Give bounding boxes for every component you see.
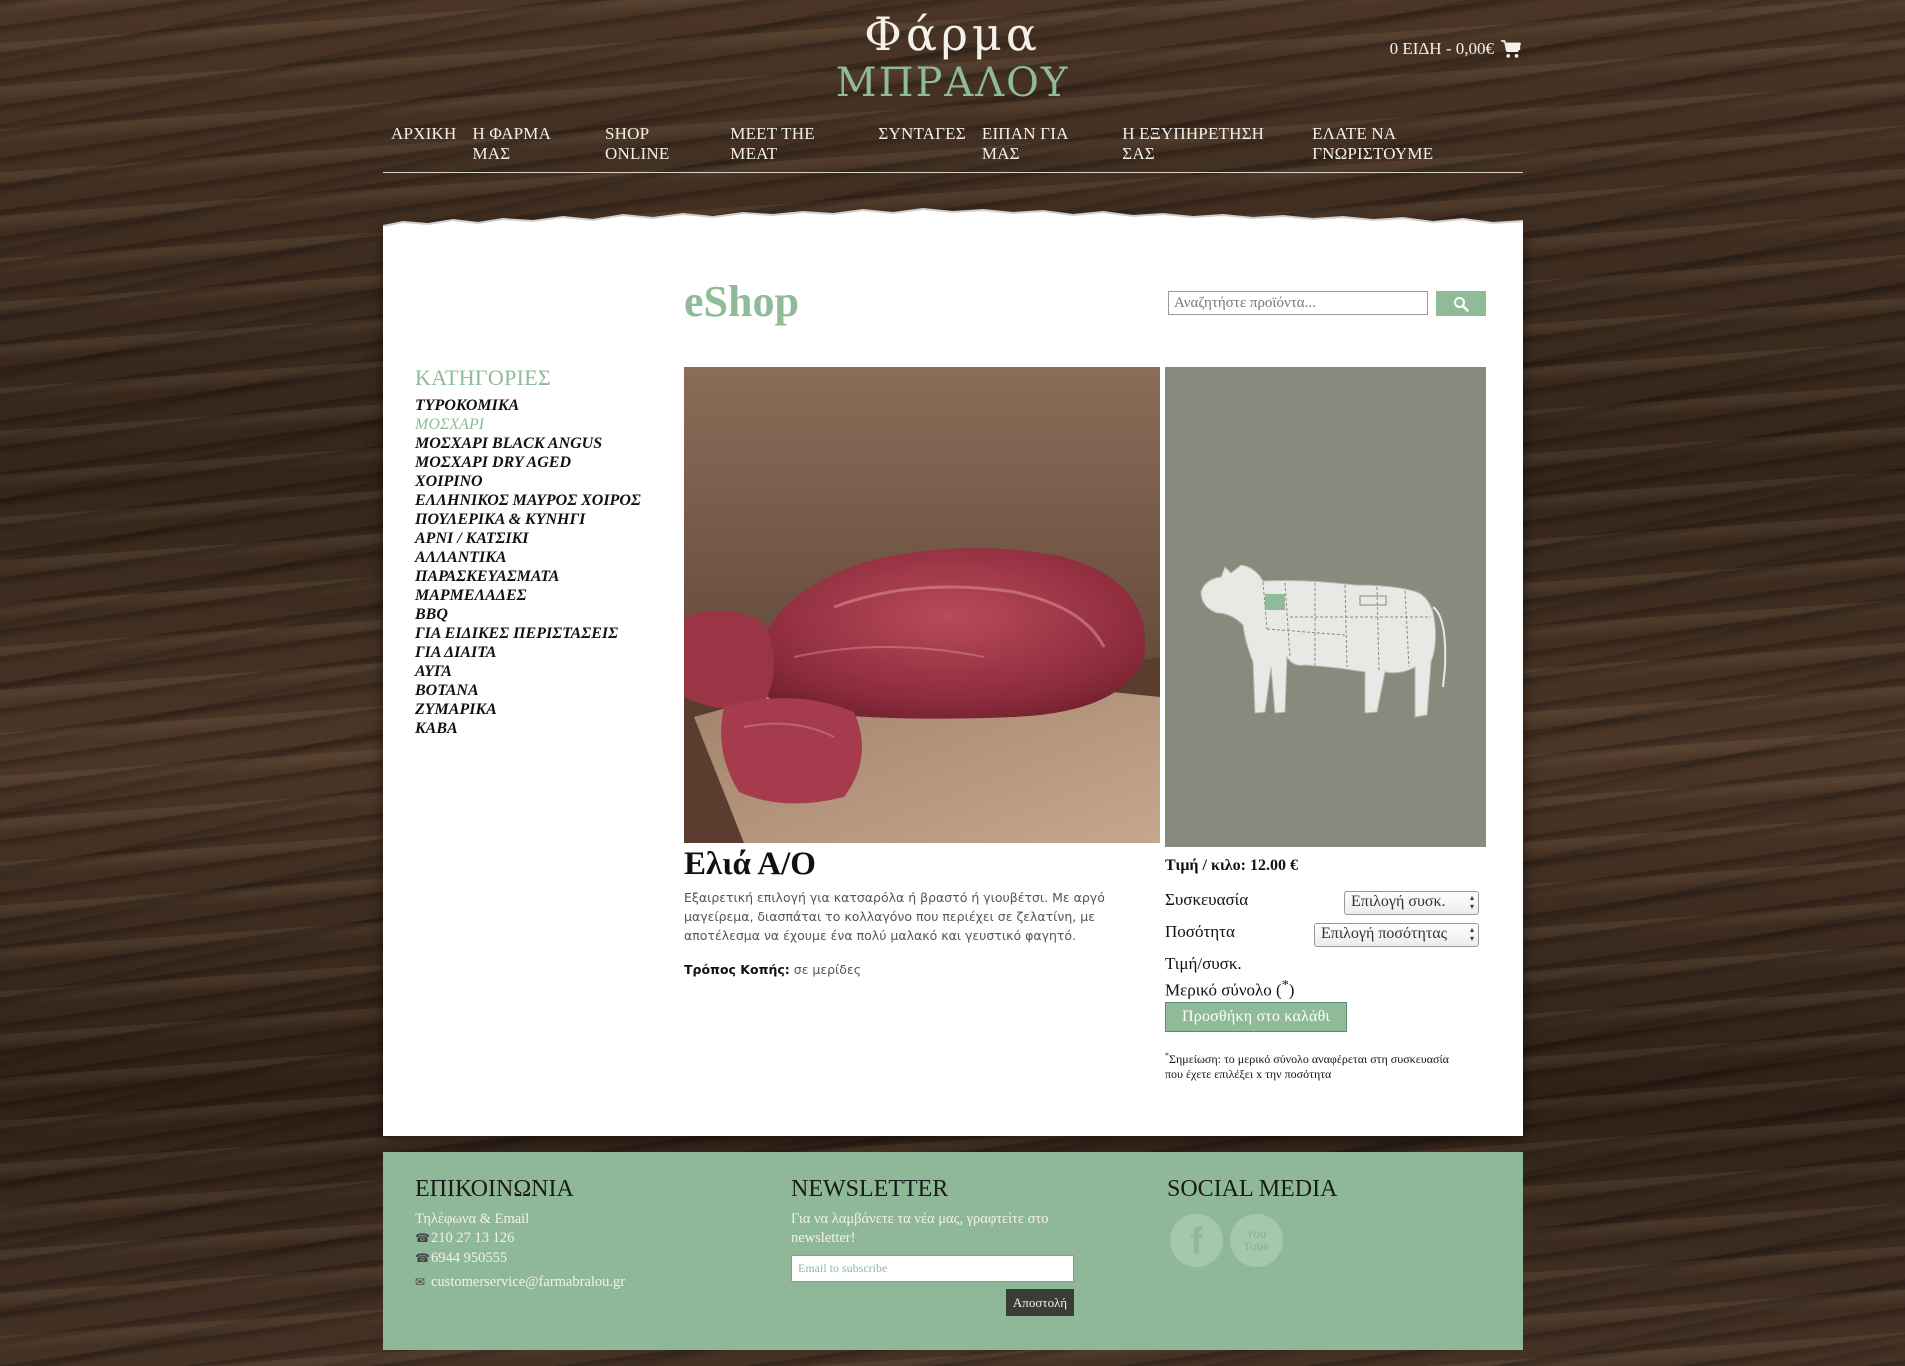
subtotal-star: * (1281, 977, 1289, 993)
quantity-select-value: Επιλογή ποσότητας (1321, 925, 1447, 942)
facebook-glyph: f (1190, 1219, 1203, 1261)
logo-bottom: ΜΠΡΑΛΟΥ (835, 60, 1070, 106)
search-icon (1454, 296, 1469, 312)
quantity-select[interactable]: Επιλογή ποσότητας (1314, 923, 1479, 947)
main-nav: ΑΡΧΙΚΗ Η ΦΑΡΜΑ ΜΑΣ SHOP ONLINE MEET THE … (383, 124, 1523, 164)
category-item[interactable]: ΖΥΜΑΡΙΚΑ (415, 700, 641, 719)
facebook-icon[interactable]: f (1170, 1214, 1223, 1267)
search-button[interactable] (1436, 291, 1486, 316)
category-item[interactable]: ΠΟΥΛΕΡΙΚΑ & ΚΥΝΗΓΙ (415, 510, 641, 529)
category-item[interactable]: ΜΑΡΜΕΛΑΔΕΣ (415, 586, 641, 605)
subtotal-note: *Σημείωση: το μερικό σύνολο αναφέρεται σ… (1165, 1048, 1465, 1082)
product-description: Εξαιρετική επιλογή για κατσαρόλα ή βραστ… (684, 890, 1105, 943)
newsletter-text: Για να λαμβάνετε τα νέα μας, γραφτείτε σ… (791, 1211, 1049, 1246)
email-link[interactable]: ✉ customerservice@farmabralou.gr (415, 1273, 625, 1292)
category-item-active[interactable]: ΜΟΣΧΑΡΙ (415, 415, 641, 434)
phone-2[interactable]: ☎6944 950555 (415, 1249, 507, 1268)
nav-customer-service[interactable]: Η ΕΞΥΠΗΡΕΤΗΣΗ ΣΑΣ (1114, 124, 1304, 164)
quantity-label: Ποσότητα (1165, 922, 1235, 941)
category-item[interactable]: ΜΟΣΧΑΡΙ BLACK ANGUS (415, 434, 641, 453)
youtube-icon[interactable]: You Tube (1230, 1214, 1283, 1267)
nav-testimonials[interactable]: ΕΙΠΑΝ ΓΙΑ ΜΑΣ (974, 124, 1114, 164)
nav-meet-the-meat[interactable]: MEET THE MEAT (722, 124, 870, 164)
cart-link[interactable]: 0 ΕΙΔΗ - 0,00€ (1390, 38, 1522, 60)
nav-contact[interactable]: ΕΛΑΤΕ ΝΑ ΓΝΩΡΙΣΤΟΥΜΕ (1304, 124, 1523, 164)
newsletter-email-input[interactable] (791, 1255, 1074, 1282)
site-logo[interactable]: Φάρμα ΜΠΡΑΛΟΥ (0, 8, 1905, 106)
category-item[interactable]: ΧΟΙΡΙΝΟ (415, 472, 641, 491)
cut-diagram (1165, 367, 1486, 847)
social-title: SOCIAL MEDIA (1167, 1176, 1338, 1202)
unit-price-label: Τιμή/συσκ. (1165, 954, 1242, 973)
nav-our-farm[interactable]: Η ΦΑΡΜΑ ΜΑΣ (464, 124, 597, 164)
search-input[interactable] (1168, 291, 1428, 315)
cut-value: σε μερίδες (793, 962, 862, 977)
cut-label: Τρόπος Κοπής: (684, 962, 790, 977)
note-text: Σημείωση: το μερικό σύνολο αναφέρεται στ… (1165, 1052, 1449, 1081)
phone-icon: ☎ (415, 1251, 430, 1265)
product-name: Ελιά Α/Ο (684, 846, 816, 882)
phone-2-text: 6944 950555 (431, 1250, 508, 1266)
contact-subtitle: Τηλέφωνα & Email (415, 1211, 530, 1227)
youtube-glyph-bottom: Tube (1243, 1240, 1270, 1253)
nav-divider (383, 172, 1523, 173)
category-item[interactable]: ΓΙΑ ΔΙΑΙΤΑ (415, 643, 641, 662)
subtotal-close: ) (1288, 980, 1295, 1000)
category-item[interactable]: ΑΛΛΑΝΤΙΚΑ (415, 548, 641, 567)
packaging-label: Συσκευασία (1165, 890, 1249, 909)
category-item[interactable]: ΚΑΒΑ (415, 719, 641, 738)
category-list: ΤΥΡΟΚΟΜΙΚΑ ΜΟΣΧΑΡΙ ΜΟΣΧΑΡΙ BLACK ANGUS Μ… (415, 396, 641, 738)
envelope-icon: ✉ (415, 1275, 426, 1289)
category-item[interactable]: ΑΥΓΑ (415, 662, 641, 681)
category-item[interactable]: ΜΟΣΧΑΡΙ DRY AGED (415, 453, 641, 472)
subtotal-label: Μερικό σύνολο (*) (1165, 977, 1294, 1001)
contact-title: ΕΠΙΚΟΙΝΩΝΙΑ (415, 1176, 574, 1202)
category-item[interactable]: ΒΟΤΑΝΑ (415, 681, 641, 700)
nav-recipes[interactable]: ΣΥΝΤΑΓΕΣ (870, 124, 973, 164)
price-per-kilo: Τιμή / κιλο: 12.00 € (1165, 857, 1298, 874)
category-item[interactable]: ΑΡΝΙ / ΚΑΤΣΙΚΙ (415, 529, 641, 548)
nav-shop-online[interactable]: SHOP ONLINE (597, 124, 722, 164)
phone-1[interactable]: ☎210 27 13 126 (415, 1229, 514, 1248)
cart-summary: 0 ΕΙΔΗ - 0,00€ (1389, 39, 1494, 58)
product-cut: Τρόπος Κοπής: σε μερίδες (684, 962, 861, 977)
cart-icon (1500, 40, 1521, 58)
add-to-cart-button[interactable]: Προσθήκη στο καλάθι (1165, 1002, 1347, 1032)
category-item[interactable]: ΕΛΛΗΝΙΚΟΣ ΜΑΥΡΟΣ ΧΟΙΡΟΣ (415, 491, 641, 510)
page-title: eShop (684, 277, 799, 326)
newsletter-title: NEWSLETTER (791, 1176, 949, 1202)
category-item[interactable]: ΓΙΑ ΕΙΔΙΚΕΣ ΠΕΡΙΣΤΑΣΕΙΣ (415, 624, 641, 643)
category-item[interactable]: ΠΑΡΑΣΚΕΥΑΣΜΑΤΑ (415, 567, 641, 586)
phone-1-text: 210 27 13 126 (431, 1230, 515, 1246)
youtube-glyph-top: You (1246, 1228, 1267, 1241)
phone-icon: ☎ (415, 1231, 430, 1245)
category-item[interactable]: ΤΥΡΟΚΟΜΙΚΑ (415, 396, 641, 415)
categories-title: ΚΑΤΗΓΟΡΙΕΣ (415, 365, 552, 390)
newsletter-submit-button[interactable]: Αποστολή (1006, 1289, 1074, 1316)
subtotal-label-text: Μερικό σύνολο ( (1165, 980, 1282, 1000)
product-image (684, 367, 1160, 843)
category-item[interactable]: BBQ (415, 605, 641, 624)
packaging-select[interactable]: Επιλογή συσκ. (1344, 891, 1479, 915)
torn-paper-edge (383, 207, 1523, 244)
email-text: customerservice@farmabralou.gr (431, 1274, 626, 1290)
nav-home[interactable]: ΑΡΧΙΚΗ (383, 124, 464, 164)
logo-top: Φάρμα (864, 7, 1041, 61)
packaging-select-value: Επιλογή συσκ. (1351, 893, 1446, 910)
